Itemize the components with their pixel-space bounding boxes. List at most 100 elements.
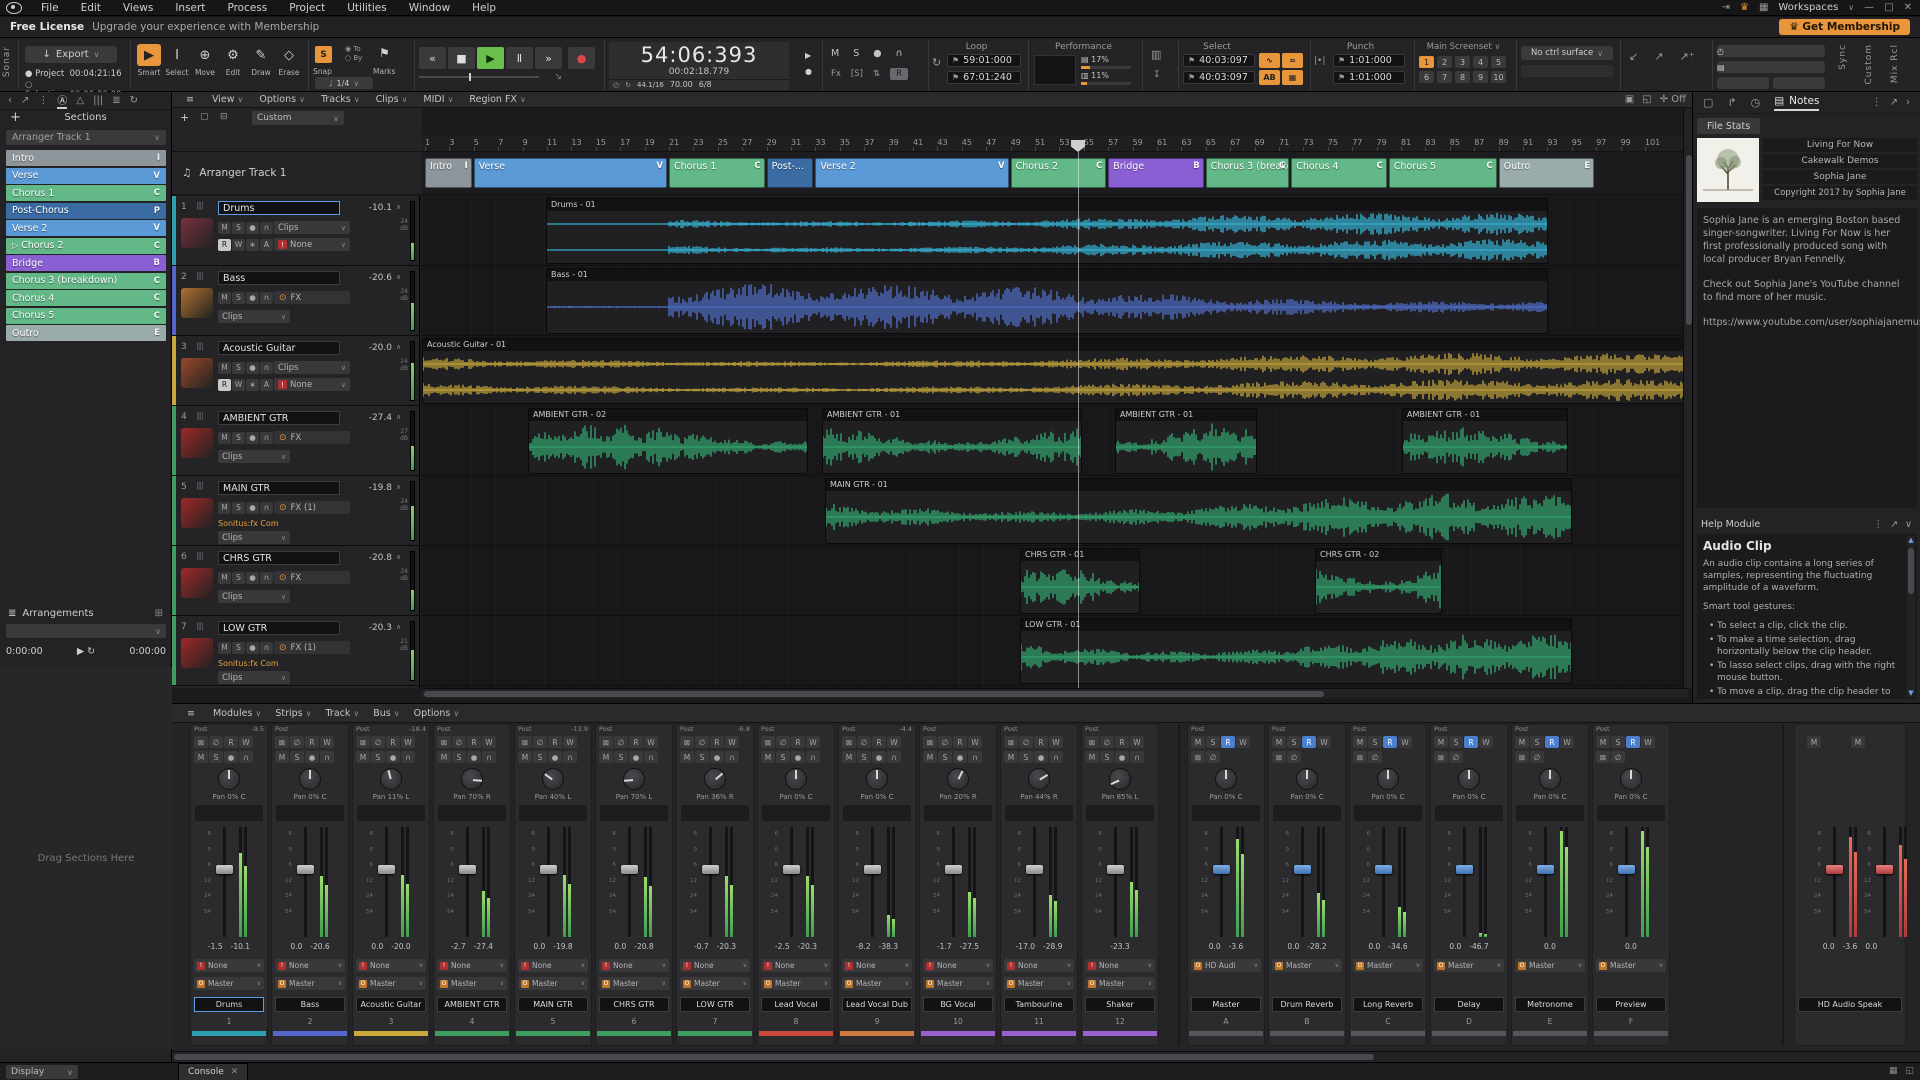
strip-btn-M[interactable]: M [842,751,856,763]
strip-btn-●[interactable]: ● [872,751,886,763]
strip-btn-⊠[interactable]: ⊠ [1191,751,1205,763]
pan-knob[interactable] [299,768,321,790]
track-grip-icon[interactable]: |||| [196,411,203,420]
track-select-clips[interactable]: Clips∨ [218,590,290,603]
strip-btn-●[interactable]: ● [1115,751,1129,763]
monitor-btn2-2[interactable]: ⇅ [873,69,880,79]
track-grip-icon[interactable]: |||| [196,201,203,210]
post-label[interactable]: Post [1085,725,1099,735]
vertical-scrollbar[interactable] [1683,109,1692,688]
strip-name[interactable]: Drums [194,997,264,1012]
arranger-block-chorus-4[interactable]: Chorus 4C [1291,158,1387,188]
loop-end[interactable]: ⚑67:01:240 [947,71,1021,84]
strip-name[interactable]: Delay [1434,997,1504,1012]
input-select[interactable]: !None∨ [599,959,669,972]
output-select[interactable]: OMaster∨ [1004,977,1074,990]
strip-btn-⊠[interactable]: ⊠ [1434,751,1448,763]
track-btn-A[interactable]: A [260,379,273,391]
collapse-caret-icon[interactable]: ∧ [396,413,401,421]
fader-value[interactable]: -2.7 [451,942,466,951]
time-mini-buttons[interactable]: ▶● [805,48,812,80]
fader-cap[interactable] [1618,865,1635,874]
fx-power-icon[interactable]: ⊙ [279,293,287,303]
strip-btn-⊠[interactable]: ⊠ [842,736,856,748]
strip-btn-M[interactable]: M [1596,736,1610,748]
arranger-block-verse[interactable]: VerseV [474,158,667,188]
pan-knob[interactable] [1109,768,1131,790]
track-btn-M[interactable]: M [218,572,231,584]
track-btn-●[interactable]: ● [246,292,259,304]
strip-btn-R[interactable]: R [1464,736,1478,748]
strip-btn-M[interactable]: M [1272,736,1286,748]
strip-btn-●[interactable]: ● [224,751,238,763]
sends-bin[interactable] [600,805,668,821]
console-menu-strips[interactable]: Strips ∨ [268,708,318,719]
fx-power-icon[interactable]: ⊙ [279,573,287,583]
input-select[interactable]: !None∨ [842,959,912,972]
clip-header[interactable]: AMBIENT GTR - 01 [1116,409,1256,421]
audio-clip[interactable]: LOW GTR - 01 [1020,618,1572,684]
pan-knob[interactable] [218,768,240,790]
audio-clip[interactable]: AMBIENT GTR - 01 [1402,408,1568,474]
select-mode-3[interactable]: ▦ [1282,70,1303,85]
fader-value[interactable]: 0.0 [1368,942,1380,951]
strip-btn-S[interactable]: S [1449,736,1463,748]
track-btn-R[interactable]: R [218,379,231,391]
strip-btn-R[interactable]: R [1221,736,1235,748]
output-select[interactable]: OMaster∨ [356,977,426,990]
tool-smart[interactable]: ▶Smart [135,44,163,77]
ctrl-surface-dropdown[interactable]: No ctrl surface ∨ [1521,46,1613,60]
transport-position-slider[interactable] [419,76,539,78]
arranger-block-bridge[interactable]: BridgeB [1108,158,1204,188]
output-select[interactable]: OMaster∨ [599,977,669,990]
strip-name[interactable]: CHRS GTR [599,997,669,1012]
paste-icon[interactable]: ⊟ [220,112,228,122]
fader-cap[interactable] [1213,865,1230,874]
select-end[interactable]: ⚑40:03:097 [1183,71,1255,84]
strip-btn-R[interactable]: R [1115,736,1129,748]
strip-btn-∅[interactable]: ∅ [1449,751,1463,763]
fader-cap[interactable] [864,865,881,874]
output-select[interactable]: OMaster∨ [842,977,912,990]
track-name-input[interactable]: MAIN GTR [218,481,340,495]
track-btn-S[interactable]: S [232,222,245,234]
track-btn-M[interactable]: M [218,642,231,654]
menu-edit[interactable]: Edit [70,2,112,14]
strip-btn-∩[interactable]: ∩ [887,751,901,763]
fx-plugin-name[interactable]: Sonitus:fx Com [218,659,279,668]
screenset-title[interactable]: Main Screenset ∨ [1415,42,1512,52]
post-label[interactable]: Post [1191,725,1205,735]
track-btn-●[interactable]: ● [246,572,259,584]
strip-name[interactable]: LOW GTR [680,997,750,1012]
mixer-strip-metronome[interactable]: PostMSRW⊠∅Pan 0% C6061224540.0OMaster∨Me… [1511,724,1589,1046]
track-name-input[interactable]: LOW GTR [218,621,340,635]
arrow-ne-icon[interactable]: ↗ [1654,50,1663,63]
strip-btn-∩[interactable]: ∩ [968,751,982,763]
track-grip-icon[interactable]: |||| [196,341,203,350]
mixer-strip-main-gtr[interactable]: Post-13.9⊠∅RWMS●∩Pan 40% L6061224540.0-1… [514,724,592,1046]
strip-btn-R[interactable]: R [953,736,967,748]
monitor-btn2-0[interactable]: Fx [831,69,841,79]
clip-header[interactable]: Bass - 01 [547,269,1547,281]
rewind-button[interactable]: « [419,47,446,69]
strip-btn-W[interactable]: W [725,736,739,748]
strip-btn-S[interactable]: S [614,751,628,763]
strip-btn-●[interactable]: ● [386,751,400,763]
strip-btn-⊠[interactable]: ⊠ [1515,751,1529,763]
punch-icon[interactable]: |•| [1314,56,1325,66]
sends-bin[interactable] [1086,805,1154,821]
history-tab-icon[interactable]: ◷ [1751,96,1761,109]
audio-clip[interactable]: CHRS GTR - 02 [1315,548,1442,614]
strip-name[interactable]: Master [1191,997,1261,1012]
fader-value[interactable]: 0.0 [371,942,383,951]
track-grip-icon[interactable]: |||| [196,621,203,630]
post-label[interactable]: Post [437,725,451,735]
sends-bin[interactable] [195,805,263,821]
minimize-button[interactable]: — [1864,2,1874,13]
sends-bin[interactable] [1516,805,1584,821]
track-btn-S[interactable]: S [232,572,245,584]
bus-output-select[interactable]: OMaster∨ [1272,959,1342,972]
track-name-input[interactable]: Bass [218,271,340,285]
strip-btn-S[interactable]: S [1530,736,1544,748]
section-intro[interactable]: IntroI [6,150,166,166]
